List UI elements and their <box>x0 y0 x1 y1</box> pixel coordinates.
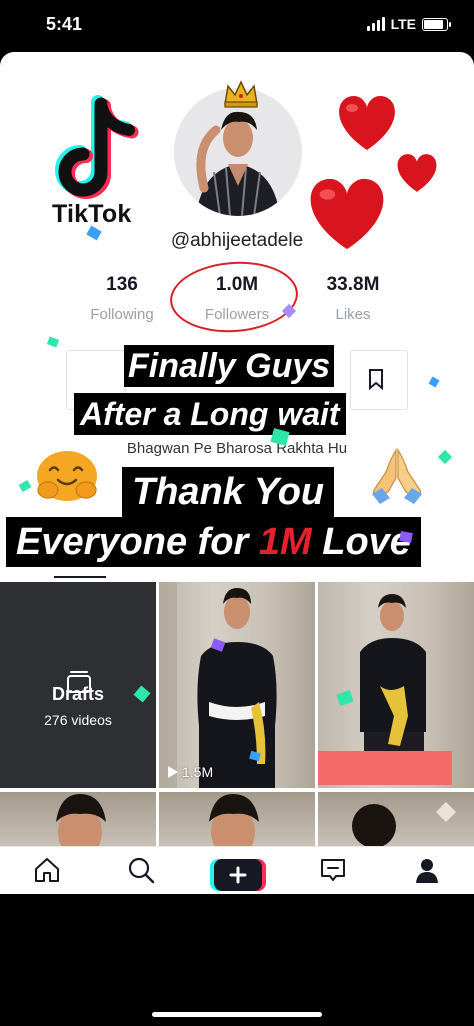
profile-icon[interactable] <box>412 855 442 885</box>
status-time: 5:41 <box>46 14 83 34</box>
folded-hands-icon <box>372 447 422 504</box>
heart-icon <box>339 96 395 150</box>
stat-likes-label: Likes <box>335 306 371 323</box>
caption-line-2: After a Long wait <box>74 393 346 435</box>
status-indicators: LTE <box>366 16 451 32</box>
caption-highlight: 1M <box>258 521 312 563</box>
play-count-value: 1.5M <box>182 764 214 780</box>
caption-line-1: Finally Guys <box>124 345 335 387</box>
play-count: 1.5M <box>168 764 213 780</box>
profile-screen: TikTok @abhijeetadele 136 Following 1.0M… <box>0 52 474 894</box>
play-icon <box>168 766 178 778</box>
confetti-piece <box>46 336 60 348</box>
video-thumbnail[interactable] <box>318 792 474 846</box>
caption-line-4-post: Love <box>311 521 411 563</box>
username: @abhijeetadele <box>170 230 304 251</box>
caption-line-4: Everyone for 1M Love <box>6 517 421 567</box>
caption-line-3: Thank You <box>122 467 335 517</box>
drafts-count: 276 videos <box>44 712 112 728</box>
followers-highlight-circle <box>167 257 301 337</box>
confetti-piece <box>399 531 413 543</box>
crown-icon <box>224 80 258 108</box>
search-icon[interactable] <box>126 855 156 885</box>
bookmark-icon <box>369 369 383 390</box>
home-icon[interactable] <box>32 855 62 885</box>
signal-icon <box>366 17 385 31</box>
home-indicator[interactable] <box>152 1012 322 1017</box>
status-bar: 5:41 LTE <box>0 0 474 52</box>
bottom-nav <box>0 846 474 894</box>
tiktok-wordmark: TikTok <box>52 200 132 228</box>
heart-icon <box>310 178 384 250</box>
video-thumbnail-image <box>209 794 259 846</box>
confetti-piece <box>428 376 440 388</box>
video-thumbnail[interactable] <box>159 792 315 846</box>
stat-following-label: Following <box>90 306 154 323</box>
hugging-face-icon <box>37 451 97 501</box>
create-button[interactable] <box>210 859 266 891</box>
heart-icon <box>397 154 437 192</box>
caption-line-4-pre: Everyone for <box>16 521 259 563</box>
stat-likes-value: 33.8M <box>326 274 380 295</box>
sticker-bar <box>318 751 452 785</box>
inbox-icon[interactable] <box>318 855 348 885</box>
confetti-piece <box>18 480 32 492</box>
stat-following[interactable]: 136 Following <box>78 274 166 323</box>
video-thumbnail-image <box>56 794 106 846</box>
video-thumbnail[interactable] <box>0 792 156 846</box>
tab-indicator <box>54 576 106 578</box>
stat-following-value: 136 <box>106 274 138 295</box>
video-thumbnail[interactable] <box>159 582 315 788</box>
network-label: LTE <box>390 16 416 32</box>
battery-icon <box>422 17 451 31</box>
video-thumbnail-image <box>159 582 277 788</box>
stat-likes[interactable]: 33.8M Likes <box>308 274 398 323</box>
video-thumbnail-image <box>352 802 456 846</box>
